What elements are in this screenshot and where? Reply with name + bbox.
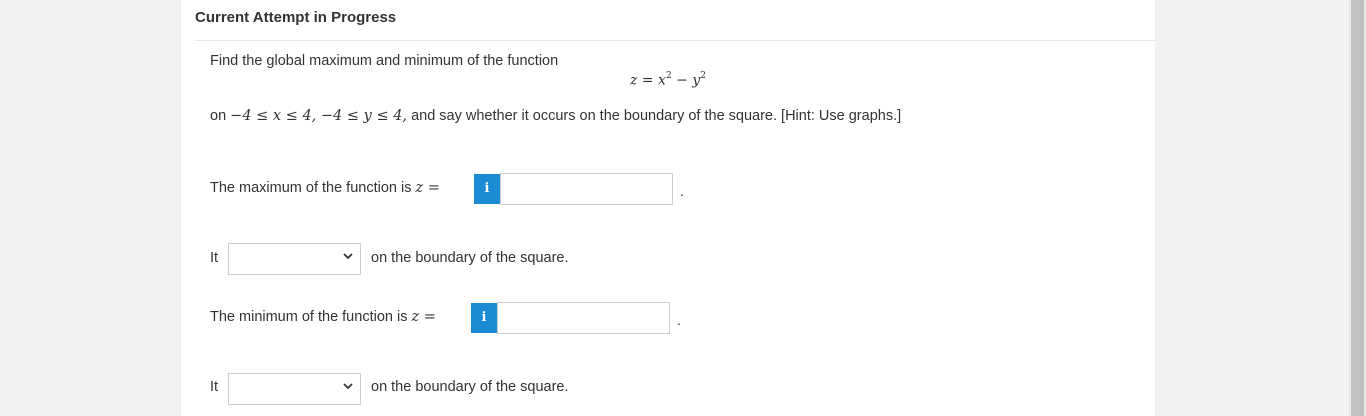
header-divider <box>195 40 1155 41</box>
min-answer-input[interactable] <box>497 302 670 334</box>
page-scrollbar[interactable] <box>1349 0 1366 416</box>
eq-minus: − <box>676 72 688 89</box>
max-period: . <box>680 183 684 199</box>
eq-lhs: z <box>630 72 638 89</box>
function-equation: z = x2 − y2 <box>630 71 706 89</box>
max-label-line: The maximum of the function is z = <box>210 180 440 196</box>
max-boundary-suffix: on the boundary of the square. <box>371 250 569 266</box>
attempt-header: Current Attempt in Progress <box>195 9 397 26</box>
min-var: z = <box>411 309 436 325</box>
min-boundary-select[interactable] <box>228 373 361 405</box>
max-it-label: It <box>210 250 219 266</box>
max-info-icon[interactable]: i <box>474 174 500 204</box>
min-boundary-suffix: on the boundary of the square. <box>371 379 569 395</box>
question-intro: Find the global maximum and minimum of t… <box>210 53 559 69</box>
min-label-line: The minimum of the function is z = <box>210 309 436 325</box>
min-it-label: It <box>210 379 219 395</box>
max-var: z = <box>415 180 440 196</box>
max-label: The maximum of the function is <box>210 180 412 196</box>
eq-equals: = <box>641 72 654 89</box>
eq-x: x <box>658 72 666 89</box>
domain-prefix: on <box>210 108 227 124</box>
eq-x-exp: 2 <box>665 71 672 81</box>
max-answer-input[interactable] <box>500 173 673 205</box>
scrollbar-thumb[interactable] <box>1351 0 1364 416</box>
min-period: . <box>677 312 681 328</box>
chevron-down-icon <box>343 383 353 390</box>
domain-math: −4 ≤ x ≤ 4, −4 ≤ y ≤ 4, <box>230 108 408 124</box>
domain-suffix: and say whether it occurs on the boundar… <box>411 108 902 124</box>
chevron-down-icon <box>343 253 353 260</box>
eq-y-exp: 2 <box>700 71 706 81</box>
max-boundary-select[interactable] <box>228 243 361 275</box>
min-info-icon[interactable]: i <box>471 303 497 333</box>
min-label: The minimum of the function is <box>210 309 408 325</box>
domain-line: on −4 ≤ x ≤ 4, −4 ≤ y ≤ 4, and say wheth… <box>210 108 901 124</box>
